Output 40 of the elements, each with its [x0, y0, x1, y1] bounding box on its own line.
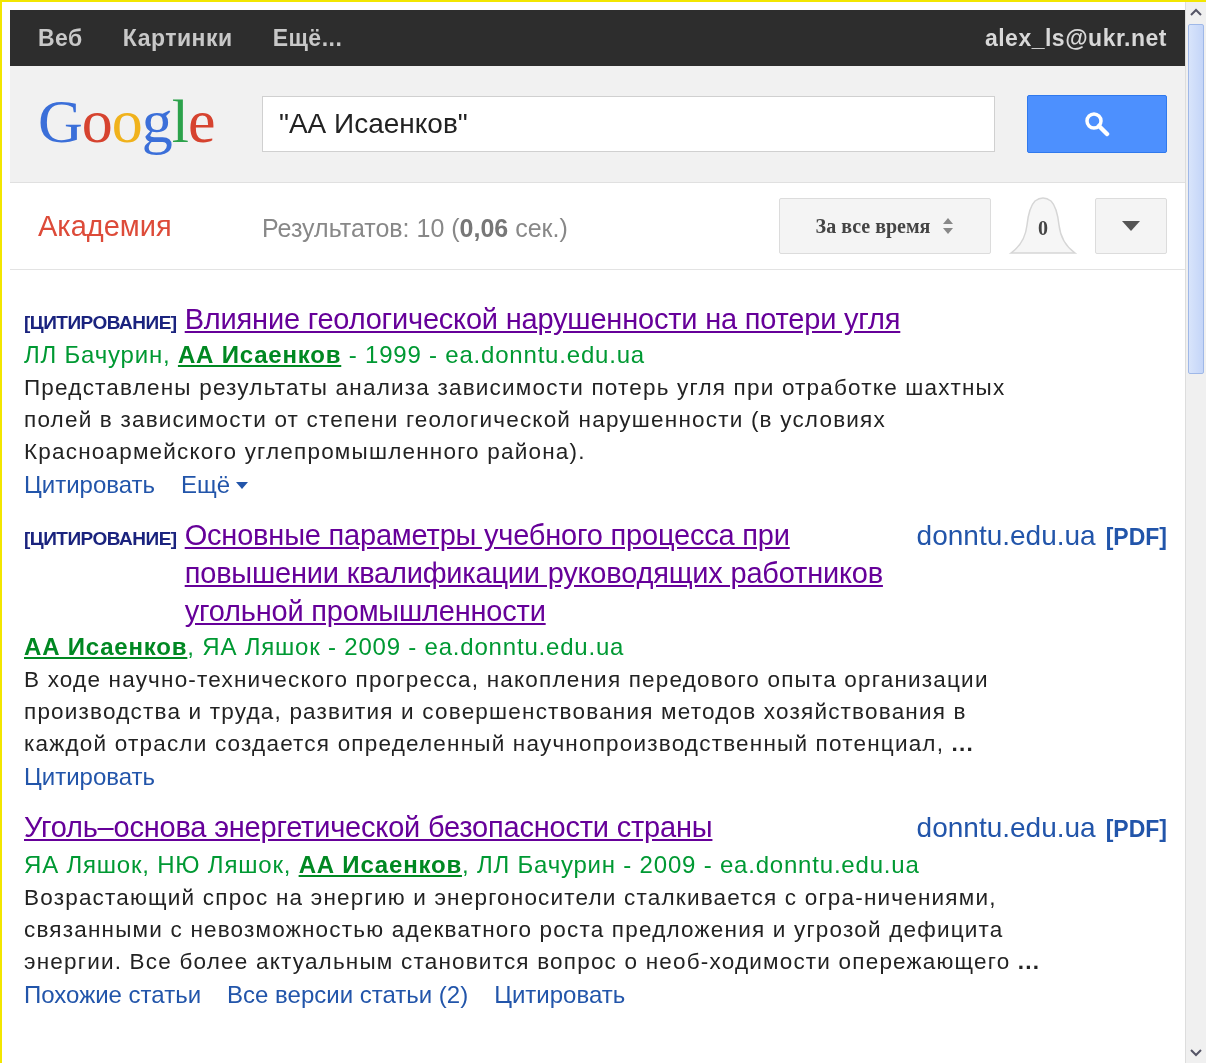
nav-link[interactable]: Картинки [122, 24, 233, 52]
account-link[interactable]: alex_ls@ukr.net [984, 24, 1167, 52]
source-link[interactable]: donntu.edu.ua [916, 809, 1096, 847]
scrollbar[interactable] [1185, 2, 1206, 1063]
more-menu-link[interactable]: Ещё [181, 468, 249, 502]
citation-tag: [ЦИТИРОВАНИЕ] [24, 528, 177, 550]
action-link[interactable]: Цитировать [494, 978, 626, 1012]
section-link[interactable]: Академия [38, 209, 262, 243]
result-authors: АА Исаенков, ЯА Ляшок - 2009 - ea.donntu.edu.ua [24, 632, 626, 662]
action-link[interactable]: Все версии статьи (2) [227, 978, 469, 1012]
result-snippet: Представлены результаты анализа зависимости потерь угля при отработке шахтных полей в зависимости от степени геологической нарушенности (в условиях Красноармейского углепромышленного района). [24, 374, 1007, 466]
nav-link[interactable]: Веб [38, 24, 83, 52]
author-link[interactable]: АА Исаенков [298, 851, 462, 878]
action-link[interactable]: Похожие статьи [24, 978, 202, 1012]
pdf-link[interactable]: [PDF] [1105, 810, 1167, 848]
search-button[interactable] [1027, 95, 1167, 153]
nav-link[interactable]: Ещё... [272, 24, 343, 52]
search-field[interactable]: "АА Исаенков" [262, 96, 995, 152]
action-link[interactable]: Цитировать [24, 468, 156, 502]
author-link[interactable]: АА Исаенков [24, 633, 188, 660]
result-title-link[interactable]: Влияние геологической нарушенности на потери угля [184, 300, 1167, 338]
scroll-thumb[interactable] [1188, 24, 1204, 374]
pdf-link[interactable]: [PDF] [1105, 518, 1167, 556]
result-title-link[interactable]: Уголь–основа энергетической безопасности страны [24, 808, 893, 846]
date-filter-button[interactable]: За все время [779, 198, 991, 254]
caret-icon [1122, 221, 1140, 231]
source-link[interactable]: donntu.edu.ua [916, 517, 1096, 555]
author-link[interactable]: АА Исаенков [177, 341, 342, 368]
result-authors: ЯА Ляшок, НЮ Ляшок, АА Исаенков, ЛЛ Бачурин - 2009 - ea.donntu.edu.ua [24, 850, 921, 880]
caret-icon [236, 481, 249, 489]
search-icon [1084, 111, 1110, 137]
result-snippet: Возрастающий спрос на энергию и энергоносители сталкивается с огра-ничениями, связанными с невозможностью адекватного роста предложения и угрозой дефицита энергии. Все более актуальным становится вопрос о необ-ходимости опережающего ... [24, 884, 1042, 976]
result-snippet: В ходе научно-технического прогресса, накопления передового опыта организации производства и труда, развития и совершенствования методов хозяйствования в каждой отрасли создается определенный научнопроизводственный потенциал, ... [24, 666, 990, 758]
dropdown-button[interactable] [1095, 198, 1167, 254]
result-authors: ЛЛ Бачурин, АА Исаенков - 1999 - ea.donntu.edu.ua [24, 340, 646, 370]
results-count: Результатов: 10 (0,06 сек.) [262, 213, 568, 243]
action-link[interactable]: Цитировать [24, 760, 156, 794]
result-title-link[interactable]: Основные параметры учебного процесса при повышении квалификации руководящих работников угольной промышленности [184, 516, 893, 630]
logo[interactable]: Google [38, 85, 262, 157]
citation-tag: [ЦИТИРОВАНИЕ] [24, 312, 177, 334]
